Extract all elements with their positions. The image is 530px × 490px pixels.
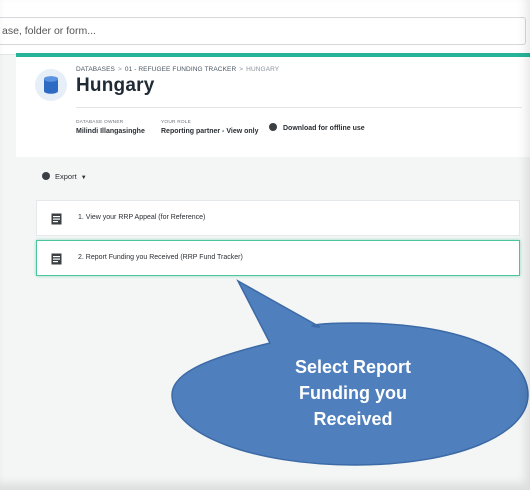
callout-line-2: Funding you [299,383,407,403]
app-frame: ase, folder or form... DATABASES >01 - RE… [0,0,530,490]
callout-line-1: Select Report [294,357,412,377]
callout-text: Select Report Funding you Received [248,354,458,432]
callout-line-3: Received [313,409,393,429]
